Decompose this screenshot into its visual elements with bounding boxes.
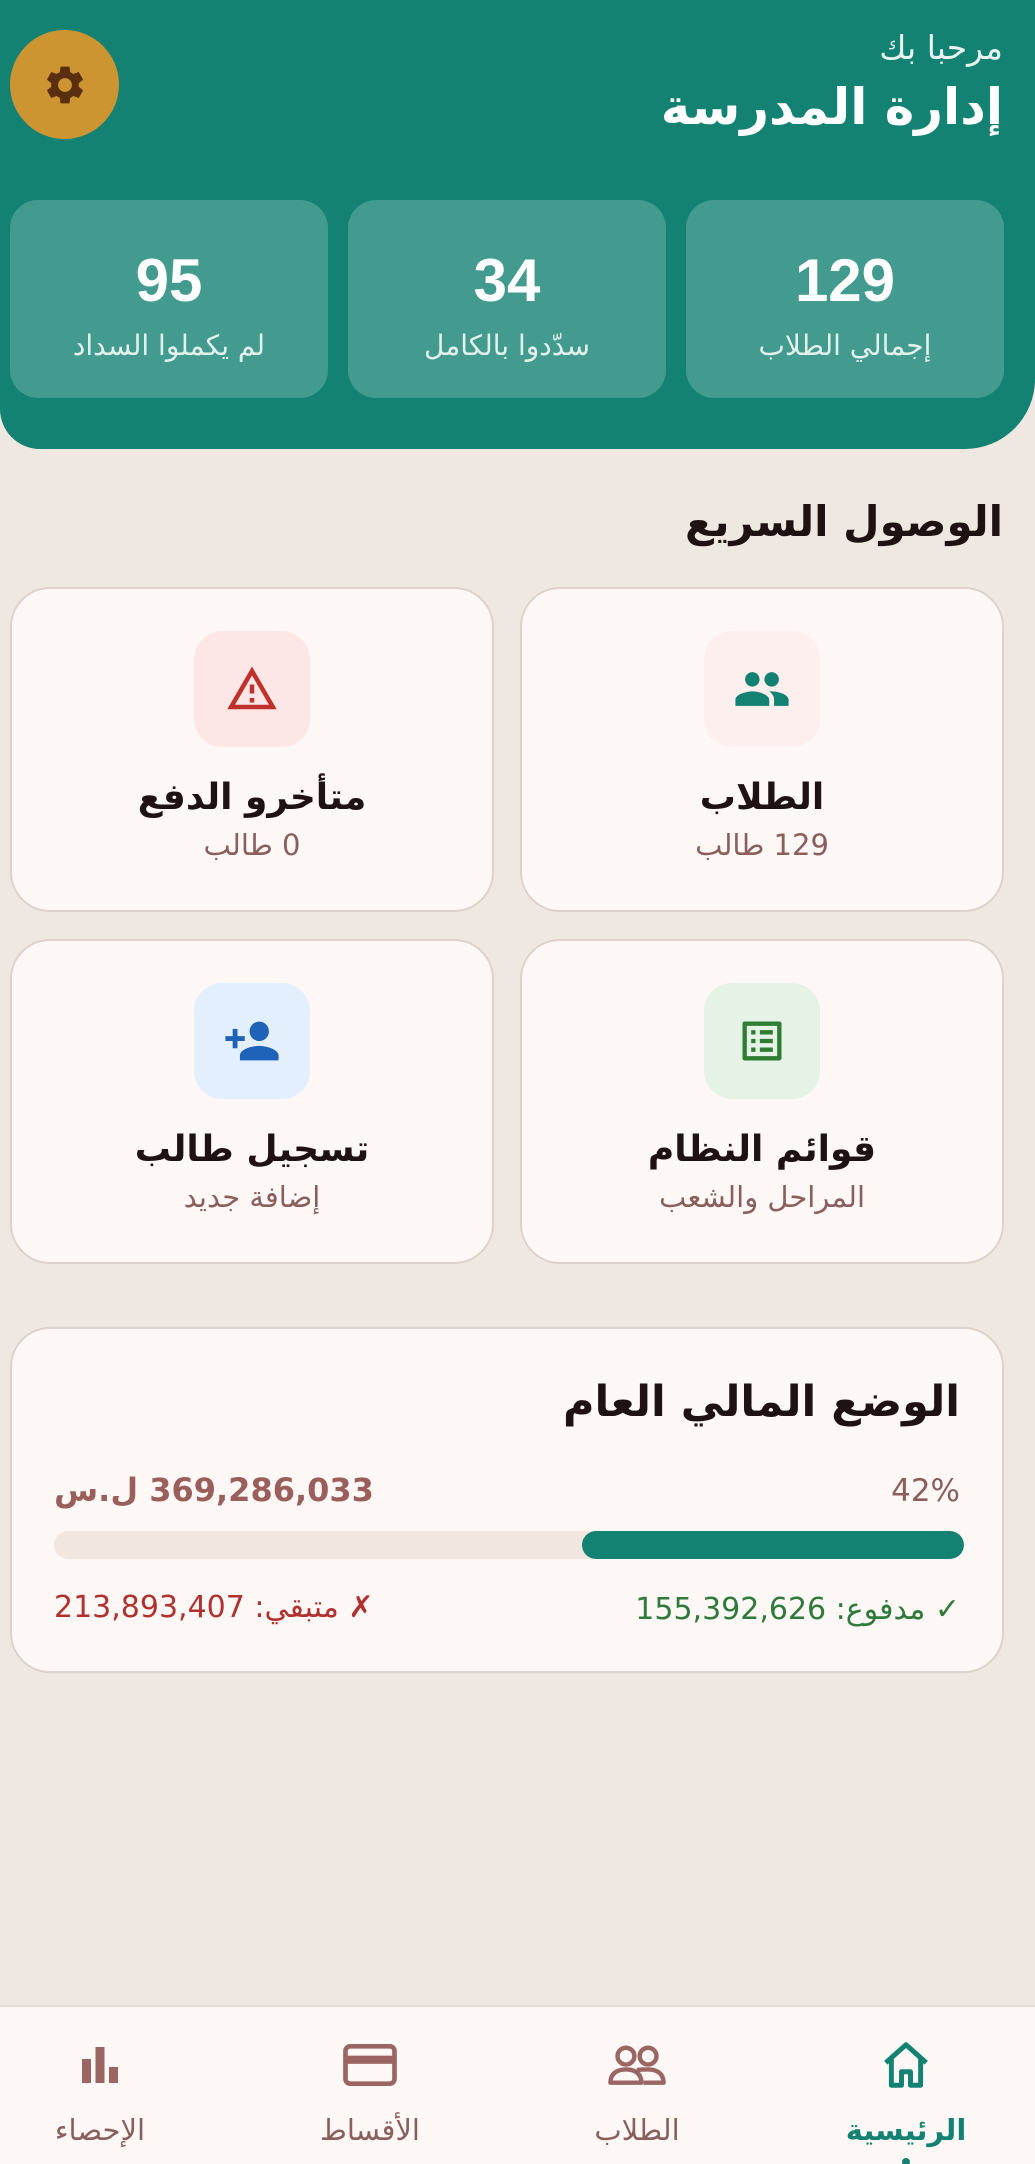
quick-icon-box bbox=[194, 983, 310, 1099]
finance-summary-card: الوضع المالي العام 369,286,033 ل.س 42% ✓… bbox=[10, 1327, 1004, 1673]
quick-card-subtitle: إضافة جديد bbox=[183, 1180, 321, 1214]
stat-total-students: 129 إجمالي الطلاب bbox=[686, 200, 1004, 398]
home-icon bbox=[884, 2042, 928, 2088]
people-icon bbox=[608, 2045, 666, 2085]
quick-card-title: قوائم النظام bbox=[647, 1129, 877, 1170]
stat-value: 34 bbox=[473, 247, 541, 314]
quick-card-late-payers[interactable]: متأخرو الدفع 0 طالب bbox=[10, 587, 494, 912]
payment-progress-bar bbox=[54, 1531, 964, 1559]
quick-card-subtitle: 129 طالب bbox=[695, 828, 829, 862]
stat-not-completed: 95 لم يكملوا السداد bbox=[10, 200, 328, 398]
nav-icon-wrap bbox=[76, 2037, 124, 2093]
finance-percent: 42% bbox=[891, 1473, 960, 1509]
quick-card-subtitle: المراحل والشعب bbox=[658, 1180, 866, 1214]
stat-label: لم يكملوا السداد bbox=[72, 329, 266, 362]
quick-card-students[interactable]: الطلاب 129 طالب bbox=[520, 587, 1004, 912]
nav-item-home[interactable]: الرئيسية bbox=[806, 2007, 1006, 2164]
quick-card-title: متأخرو الدفع bbox=[137, 777, 367, 818]
nav-label: الإحصاء bbox=[54, 2113, 146, 2147]
add-person-icon bbox=[225, 1021, 279, 1061]
bar-chart-icon bbox=[82, 2047, 118, 2083]
nav-label: الرئيسية bbox=[845, 2113, 967, 2147]
stat-fully-paid: 34 سدّدوا بالكامل bbox=[348, 200, 666, 398]
group-icon bbox=[735, 672, 789, 706]
gear-icon bbox=[46, 66, 83, 103]
stat-value: 95 bbox=[135, 247, 203, 314]
stat-value: 129 bbox=[794, 247, 896, 314]
payment-progress-fill bbox=[581, 1531, 964, 1559]
stat-label: إجمالي الطلاب bbox=[758, 329, 932, 362]
stat-label: سدّدوا بالكامل bbox=[424, 329, 590, 362]
section-title-quick-access: الوصول السريع bbox=[685, 497, 1003, 546]
nav-icon-wrap bbox=[342, 2037, 398, 2093]
active-indicator-dot bbox=[902, 2158, 910, 2164]
nav-item-installments[interactable]: الأقساط bbox=[270, 2007, 470, 2164]
quick-icon-box bbox=[194, 631, 310, 747]
warning-icon bbox=[227, 666, 277, 710]
card-icon bbox=[343, 2044, 397, 2086]
remaining-amount: ✗ متبقي: 213,893,407 bbox=[54, 1590, 374, 1625]
nav-icon-wrap bbox=[879, 2037, 933, 2093]
nav-item-students[interactable]: الطلاب bbox=[537, 2007, 737, 2164]
header: مرحبا بك إدارة المدرسة 129 إجمالي الطلاب… bbox=[0, 0, 1035, 449]
finance-title: الوضع المالي العام bbox=[562, 1377, 960, 1427]
list-icon bbox=[742, 1021, 782, 1061]
paid-amount: ✓ مدفوع: 155,392,626 bbox=[635, 1592, 960, 1627]
quick-icon-box bbox=[704, 631, 820, 747]
nav-icon-wrap bbox=[606, 2037, 668, 2093]
page-title: إدارة المدرسة bbox=[660, 78, 1003, 136]
quick-card-system-lists[interactable]: قوائم النظام المراحل والشعب bbox=[520, 939, 1004, 1264]
quick-icon-box bbox=[704, 983, 820, 1099]
quick-card-title: تسجيل طالب bbox=[134, 1129, 370, 1170]
quick-card-subtitle: 0 طالب bbox=[203, 828, 301, 862]
bottom-navigation: الرئيسية الطلاب الأقساط الإحصاء bbox=[0, 2005, 1035, 2164]
nav-label: الأقساط bbox=[320, 2113, 420, 2147]
finance-total-amount: 369,286,033 ل.س bbox=[54, 1471, 374, 1509]
greeting-text: مرحبا بك bbox=[879, 28, 1003, 67]
settings-button[interactable] bbox=[10, 30, 119, 139]
quick-card-register-student[interactable]: تسجيل طالب إضافة جديد bbox=[10, 939, 494, 1264]
quick-card-title: الطلاب bbox=[699, 777, 825, 818]
nav-label: الطلاب bbox=[594, 2113, 680, 2147]
nav-item-statistics[interactable]: الإحصاء bbox=[0, 2007, 200, 2164]
